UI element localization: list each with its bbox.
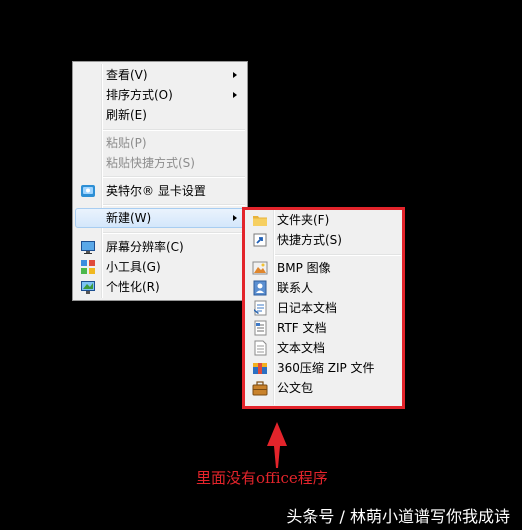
submenu-item-rtf-document[interactable]: RTF 文档 [247, 318, 401, 338]
briefcase-icon [252, 381, 268, 396]
menu-item-screen-resolution-label: 屏幕分辨率(C) [106, 240, 184, 254]
submenu-item-shortcut-label: 快捷方式(S) [277, 233, 342, 247]
menu-item-paste-shortcut[interactable]: 粘贴快捷方式(S) [75, 153, 245, 173]
menu-item-intel-graphics[interactable]: 英特尔® 显卡设置 [75, 181, 245, 201]
monitor-icon [81, 241, 95, 254]
menu-item-gadgets-label: 小工具(G) [106, 260, 161, 274]
menu-item-paste-shortcut-label: 粘贴快捷方式(S) [106, 156, 195, 170]
menu-item-view-label: 查看(V) [106, 68, 148, 82]
submenu-item-360-zip[interactable]: 360压缩 ZIP 文件 [247, 358, 401, 378]
menu-item-personalize-label: 个性化(R) [106, 280, 160, 294]
contact-icon [253, 280, 267, 296]
menu-item-refresh-label: 刷新(E) [106, 108, 147, 122]
submenu-item-folder-label: 文件夹(F) [277, 213, 330, 227]
menu-item-refresh[interactable]: 刷新(E) [75, 105, 245, 125]
menu-separator [103, 204, 245, 206]
annotation-text: 里面没有office程序 [196, 469, 328, 487]
menu-item-new-label: 新建(W) [106, 211, 152, 225]
journal-document-icon [254, 300, 267, 316]
submenu-item-shortcut[interactable]: 快捷方式(S) [247, 230, 401, 250]
bmp-image-icon [252, 261, 268, 275]
text-document-icon [254, 340, 267, 356]
submenu-item-journal-document[interactable]: 日记本文档 [247, 298, 401, 318]
menu-separator [103, 232, 245, 234]
watermark-text: 头条号 / 林萌小道谱写你我成诗 [286, 507, 510, 526]
submenu-item-bmp-image-label: BMP 图像 [277, 261, 331, 275]
menu-item-gadgets[interactable]: 小工具(G) [75, 257, 245, 277]
personalize-icon [81, 281, 95, 294]
menu-separator [275, 254, 401, 256]
submenu-arrow-icon [233, 72, 237, 78]
submenu-arrow-icon [233, 215, 237, 221]
gadgets-icon [81, 260, 95, 274]
menu-item-personalize[interactable]: 个性化(R) [75, 277, 245, 297]
menu-item-new[interactable]: 新建(W) [75, 208, 245, 228]
menu-item-sort[interactable]: 排序方式(O) [75, 85, 245, 105]
menu-separator [103, 129, 245, 131]
submenu-item-journal-document-label: 日记本文档 [277, 301, 338, 315]
submenu-item-contact-label: 联系人 [277, 281, 314, 295]
rtf-document-icon [254, 320, 267, 336]
submenu-item-folder[interactable]: 文件夹(F) [247, 210, 401, 230]
menu-item-paste[interactable]: 粘贴(P) [75, 133, 245, 153]
menu-item-view[interactable]: 查看(V) [75, 65, 245, 85]
menu-separator [103, 176, 245, 178]
intel-graphics-icon [81, 185, 95, 197]
folder-icon [253, 216, 267, 226]
zip-archive-icon [253, 363, 267, 374]
submenu-item-briefcase-label: 公文包 [277, 381, 314, 395]
submenu-item-rtf-document-label: RTF 文档 [277, 321, 327, 335]
menu-item-intel-graphics-label: 英特尔® 显卡设置 [106, 184, 206, 198]
new-submenu: 文件夹(F) 快捷方式(S) BMP 图像 联系人 日记本文档 RTF 文档 文… [244, 207, 404, 408]
menu-item-paste-label: 粘贴(P) [106, 136, 147, 150]
menu-item-sort-label: 排序方式(O) [106, 88, 173, 102]
submenu-item-360-zip-label: 360压缩 ZIP 文件 [277, 361, 375, 375]
menu-item-screen-resolution[interactable]: 屏幕分辨率(C) [75, 237, 245, 257]
submenu-item-text-document-label: 文本文档 [277, 341, 326, 355]
submenu-item-briefcase[interactable]: 公文包 [247, 378, 401, 398]
submenu-arrow-icon [233, 92, 237, 98]
annotation-arrow-icon [267, 422, 287, 468]
submenu-item-contact[interactable]: 联系人 [247, 278, 401, 298]
desktop-context-menu: 查看(V) 排序方式(O) 刷新(E) 粘贴(P) 粘贴快捷方式(S) 英特尔®… [72, 61, 248, 301]
submenu-item-bmp-image[interactable]: BMP 图像 [247, 258, 401, 278]
submenu-item-text-document[interactable]: 文本文档 [247, 338, 401, 358]
shortcut-icon [253, 233, 267, 247]
